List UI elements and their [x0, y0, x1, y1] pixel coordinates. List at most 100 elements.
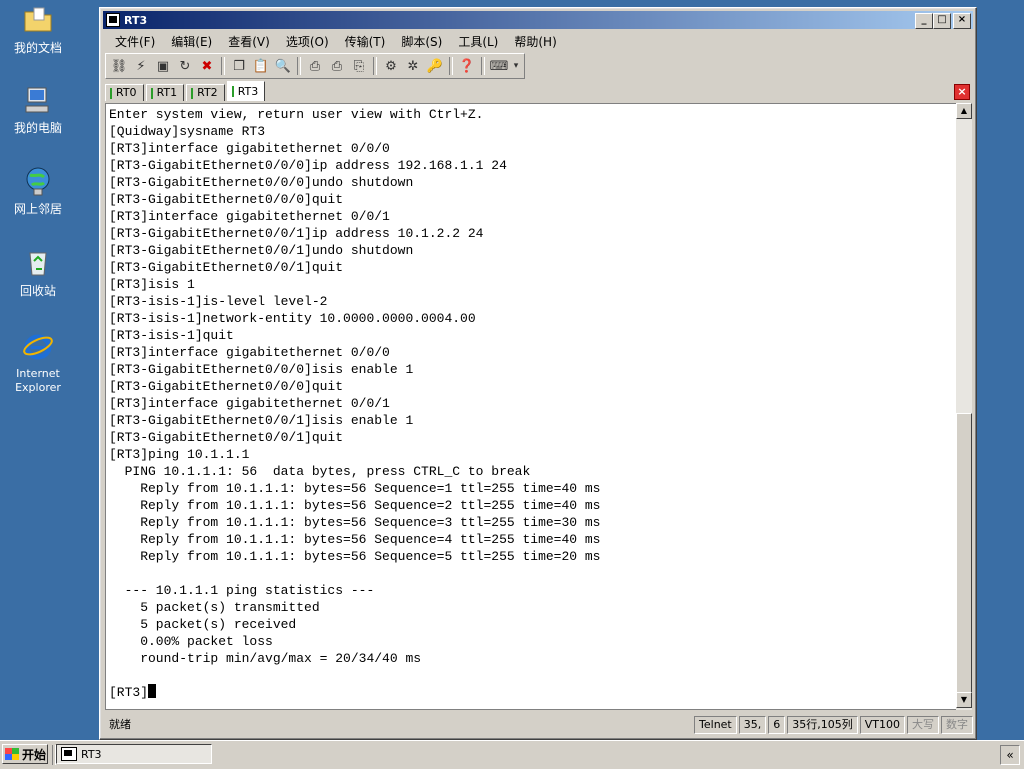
tab-rt3[interactable]: RT3 — [226, 81, 266, 101]
tab-rt2[interactable]: RT2 — [186, 84, 225, 101]
close-tab-icon[interactable]: × — [954, 84, 970, 100]
computer-icon — [25, 87, 49, 113]
title-bar[interactable]: RT3 _ □ × — [103, 11, 973, 29]
taskbar-item-rt3[interactable]: RT3 — [56, 744, 212, 764]
toolbar-overflow-icon[interactable]: ▾ — [511, 56, 521, 76]
minimize-button[interactable]: _ — [915, 13, 933, 29]
print-selection-icon[interactable]: ⎙ — [327, 56, 347, 76]
scroll-down-arrow-icon[interactable]: ▼ — [956, 692, 972, 708]
terminal-line: [RT3-GigabitEthernet0/0/0]isis enable 1 — [109, 362, 414, 377]
reconnect-icon[interactable]: ↻ — [175, 56, 195, 76]
key-map-icon[interactable]: 🔑 — [425, 56, 445, 76]
desktop-icon-my-computer[interactable]: 我的电脑 — [8, 84, 68, 135]
status-bar: 就绪 Telnet 35, 6 35行,105列 VT100 大写 数字 — [103, 715, 973, 735]
toolbar-separator — [373, 57, 377, 75]
desktop-icon-label: 我的文档 — [13, 41, 62, 55]
scroll-thumb[interactable] — [956, 413, 972, 695]
quick-connect-icon[interactable]: ⚡ — [131, 56, 151, 76]
menu-help[interactable]: 帮助(H) — [506, 33, 564, 50]
terminal-line: round-trip min/avg/max = 20/34/40 ms — [140, 651, 422, 666]
session-tabs: RT0 RT1 RT2 RT3 — [105, 81, 267, 101]
tab-label: RT1 — [156, 86, 178, 99]
desktop-icon-label: 我的电脑 — [13, 121, 62, 135]
terminal-line: --- 10.1.1.1 ping statistics --- — [124, 583, 375, 598]
terminal-line: Reply from 10.1.1.1: bytes=56 Sequence=3… — [140, 515, 601, 530]
tab-status-icon — [110, 87, 112, 99]
terminal-line: [RT3-GigabitEthernet0/0/1]isis enable 1 — [109, 413, 414, 428]
maximize-button[interactable]: □ — [933, 13, 951, 29]
terminal-prompt: [RT3] — [109, 685, 149, 700]
terminal-line: Reply from 10.1.1.1: bytes=56 Sequence=1… — [140, 481, 601, 496]
terminal-screen[interactable]: Enter system view, return user view with… — [105, 103, 957, 710]
terminal-line: [RT3]interface gigabitethernet 0/0/0 — [109, 345, 390, 360]
toolbar-separator — [297, 57, 301, 75]
status-num: 数字 — [941, 716, 973, 734]
desktop-icon-my-documents[interactable]: 我的文档 — [8, 4, 68, 55]
status-emulation: VT100 — [859, 716, 905, 734]
paste-icon[interactable]: 📋 — [251, 56, 271, 76]
menu-view[interactable]: 查看(V) — [220, 33, 278, 50]
help-icon[interactable]: ❓ — [457, 56, 477, 76]
terminal-line: [RT3]isis 1 — [109, 277, 195, 292]
print-setup-icon[interactable]: ⎘ — [349, 56, 369, 76]
menu-tools[interactable]: 工具(L) — [450, 33, 506, 50]
tab-status-icon — [150, 87, 153, 99]
keymap-editor-icon[interactable]: ⌨ — [489, 56, 509, 76]
terminal-line: [RT3]ping 10.1.1.1 — [109, 447, 250, 462]
menu-file[interactable]: 文件(F) — [107, 33, 163, 50]
start-button[interactable]: 开始 — [2, 744, 48, 764]
taskbar: 开始 RT3 « — [0, 740, 1024, 769]
toolbar-separator — [449, 57, 453, 75]
desktop-icon-recycle-bin[interactable]: 回收站 — [8, 247, 68, 298]
terminal-line: 0.00% packet loss — [140, 634, 273, 649]
close-button[interactable]: × — [953, 13, 971, 29]
status-size: 35行,105列 — [787, 716, 858, 734]
global-options-icon[interactable]: ✲ — [403, 56, 423, 76]
copy-icon[interactable]: ❐ — [229, 56, 249, 76]
ie-icon — [23, 334, 53, 360]
terminal-output: Enter system view, return user view with… — [109, 106, 600, 701]
tab-rt0[interactable]: RT0 — [105, 84, 144, 101]
taskbar-item-label: RT3 — [81, 747, 102, 761]
tray-expand-icon[interactable]: « — [1000, 745, 1020, 765]
terminal-line: [RT3-GigabitEthernet0/0/0]ip address 192… — [109, 158, 507, 173]
connect-in-tab-icon[interactable]: ▣ — [153, 56, 173, 76]
menu-edit[interactable]: 编辑(E) — [163, 33, 220, 50]
terminal-line: [RT3-GigabitEthernet0/0/0]quit — [109, 192, 344, 207]
disconnect-icon[interactable]: ✖ — [197, 56, 217, 76]
scroll-up-arrow-icon[interactable]: ▲ — [956, 103, 972, 119]
toolbar-separator — [481, 57, 485, 75]
terminal-line: Reply from 10.1.1.1: bytes=56 Sequence=4… — [140, 532, 601, 547]
terminal-line: 5 packet(s) received — [140, 617, 297, 632]
terminal-line: Enter system view, return user view with… — [109, 107, 484, 122]
terminal-line: [RT3-GigabitEthernet0/0/0]undo shutdown — [109, 175, 414, 190]
status-ready: 就绪 — [109, 718, 131, 731]
menu-options[interactable]: 选项(O) — [278, 33, 337, 50]
network-icon — [26, 167, 50, 196]
desktop-icon-internet-explorer[interactable]: Internet Explorer — [8, 330, 68, 395]
tab-rt1[interactable]: RT1 — [145, 84, 185, 101]
status-row: 35, — [738, 716, 767, 734]
folder-icon — [24, 7, 52, 32]
desktop-icon-label: 网上邻居 — [13, 202, 62, 216]
desktop-icon-network[interactable]: 网上邻居 — [8, 165, 68, 216]
window-title: RT3 — [124, 13, 148, 27]
menu-script[interactable]: 脚本(S) — [393, 33, 450, 50]
terminal-line: 5 packet(s) transmitted — [140, 600, 320, 615]
vertical-scrollbar[interactable]: ▲ ▼ — [956, 103, 972, 710]
terminal-line: [RT3-GigabitEthernet0/0/1]quit — [109, 430, 344, 445]
terminal-line: [RT3-isis-1]is-level level-2 — [109, 294, 328, 309]
terminal-line: [RT3]interface gigabitethernet 0/0/0 — [109, 141, 390, 156]
menu-transfer[interactable]: 传输(T) — [337, 33, 394, 50]
connect-icon[interactable]: ⛓ — [109, 56, 129, 76]
terminal-line: [RT3-GigabitEthernet0/0/0]quit — [109, 379, 344, 394]
terminal-cursor — [148, 684, 157, 698]
print-icon[interactable]: ⎙ — [305, 56, 325, 76]
terminal-line: [RT3]interface gigabitethernet 0/0/1 — [109, 396, 390, 411]
terminal-line: [RT3-GigabitEthernet0/0/1]undo shutdown — [109, 243, 414, 258]
tab-label: RT2 — [197, 86, 218, 99]
find-icon[interactable]: 🔍 — [273, 56, 293, 76]
terminal-line: [RT3-isis-1]quit — [109, 328, 234, 343]
session-options-icon[interactable]: ⚙ — [381, 56, 401, 76]
tab-label: RT3 — [237, 85, 259, 98]
